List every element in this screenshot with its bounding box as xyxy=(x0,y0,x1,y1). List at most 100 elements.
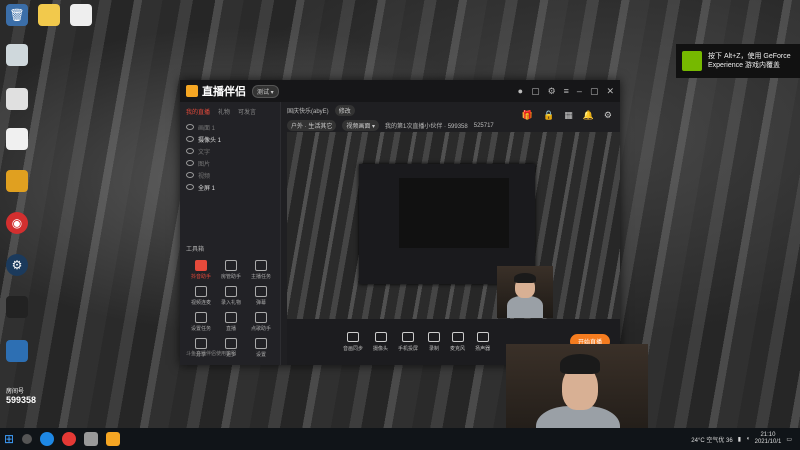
help-hint[interactable]: 斗鱼直播伴侣使用说明 xyxy=(186,350,236,357)
tool-button[interactable]: 弹幕 xyxy=(246,286,276,306)
camera-button[interactable]: 摄像头 xyxy=(373,332,388,352)
tab-speak[interactable]: 可发言 xyxy=(238,107,256,116)
speaker-button[interactable]: 扬声器 xyxy=(475,332,490,352)
eye-icon[interactable] xyxy=(186,160,194,166)
game-icon[interactable] xyxy=(6,170,28,192)
maximize-icon[interactable]: ▢ xyxy=(590,86,599,97)
source-item[interactable]: 摄像头 1 xyxy=(180,133,280,145)
sync-icon xyxy=(347,332,359,342)
tool-icon xyxy=(225,312,237,323)
source-list: 画面 1 摄像头 1 文字 图片 视频 全屏 1 xyxy=(180,121,280,193)
network-icon[interactable]: ▮ xyxy=(738,436,741,443)
main-panel: 国庆快乐(abyE) 修改 户外 · 生活其它 视频画面 ▾ 我的第1次直播小伙… xyxy=(281,102,620,365)
eye-icon[interactable] xyxy=(186,124,194,130)
category-chip[interactable]: 户外 · 生活其它 xyxy=(287,120,337,131)
source-item[interactable]: 画面 1 xyxy=(180,121,280,133)
viewers-count: 525717 xyxy=(473,122,494,129)
tool-button[interactable]: 录入礼物 xyxy=(216,286,246,306)
note-icon[interactable] xyxy=(6,44,28,66)
gear-icon[interactable]: ⚙ xyxy=(604,110,612,121)
scene-chip[interactable]: 视频画面 ▾ xyxy=(342,120,380,131)
search-icon[interactable] xyxy=(22,434,32,444)
person-hair xyxy=(560,354,600,374)
settings-icon[interactable]: ⚙ xyxy=(548,86,556,97)
tool-button[interactable]: 视频连麦 xyxy=(186,286,216,306)
phone-cast-button[interactable]: 手机投屏 xyxy=(398,332,418,352)
netease-icon[interactable]: ◉ xyxy=(6,212,28,234)
preview-camera xyxy=(497,266,553,318)
room-number: 房间号 599358 xyxy=(6,389,37,405)
record-button[interactable]: 录制 xyxy=(428,332,441,352)
explorer-icon[interactable] xyxy=(84,432,98,446)
file-icon[interactable] xyxy=(70,4,92,26)
recycle-bin-icon[interactable]: 🗑 xyxy=(6,4,28,26)
notification-icon[interactable]: ▭ xyxy=(786,436,792,443)
person-hair xyxy=(514,273,536,283)
record-icon xyxy=(428,332,441,342)
bell-icon[interactable]: 🔔 xyxy=(583,110,594,121)
left-tabs: 我的直播 礼物 可发言 xyxy=(180,102,280,121)
tab-my-live[interactable]: 我的直播 xyxy=(186,107,210,116)
tool-button[interactable]: 直播 xyxy=(216,312,246,332)
grid-icon[interactable]: ▦ xyxy=(564,110,573,121)
tool-button[interactable]: 设置任务 xyxy=(186,312,216,332)
message-icon[interactable]: ▢ xyxy=(531,86,540,97)
header-tools: 🎁 🔒 ▦ 🔔 ⚙ xyxy=(522,110,612,121)
tool-button[interactable]: 点歌助手 xyxy=(246,312,276,332)
tool-icon[interactable] xyxy=(6,340,28,362)
stream-preview[interactable] xyxy=(287,132,620,322)
mic-button[interactable]: 麦克风 xyxy=(450,332,465,352)
volume-icon[interactable]: ◖ xyxy=(746,436,750,442)
close-icon[interactable]: ✕ xyxy=(606,86,614,97)
live-companion-window: 直播伴侣 测试 ▾ ● ▢ ⚙ ≡ – ▢ ✕ 我的直播 礼物 可发言 画面 1… xyxy=(180,80,620,365)
eye-icon[interactable] xyxy=(186,136,194,142)
tool-icon xyxy=(225,260,237,271)
speaker-icon xyxy=(476,332,489,342)
browser-icon[interactable] xyxy=(40,432,54,446)
camera-icon xyxy=(374,332,387,342)
steam-icon[interactable]: ⚙ xyxy=(6,254,28,276)
stream-title: 国庆快乐(abyE) xyxy=(287,109,329,115)
av-sync-button[interactable]: 音画同步 xyxy=(343,332,363,352)
app-icon[interactable] xyxy=(6,296,28,318)
weather-text[interactable]: 24°C 空气优 36 xyxy=(691,435,732,444)
menu-icon[interactable]: ≡ xyxy=(564,86,569,97)
meta-text: 我的第1次直播小伙伴 · 599358 xyxy=(385,124,468,130)
version-badge[interactable]: 测试 ▾ xyxy=(252,84,279,98)
app-title: 直播伴侣 xyxy=(202,86,246,98)
tool-button[interactable]: 抖音助手 xyxy=(186,260,216,280)
live-app-icon[interactable] xyxy=(106,432,120,446)
nvidia-notification[interactable]: 按下 Alt+Z，使用 GeForce Experience 游戏内覆盖 xyxy=(676,44,800,78)
eye-icon[interactable] xyxy=(186,172,194,178)
tool-button[interactable]: 主播任务 xyxy=(246,260,276,280)
eye-icon[interactable] xyxy=(186,148,194,154)
tool-button[interactable]: 设置 xyxy=(246,338,276,358)
source-item[interactable]: 视频 xyxy=(180,169,280,181)
mic-icon xyxy=(451,332,464,342)
lock-icon[interactable]: 🔒 xyxy=(543,110,554,121)
toolbox-header: 工具箱 xyxy=(186,247,205,253)
gift-icon[interactable]: 🎁 xyxy=(522,110,533,121)
doc-icon[interactable] xyxy=(6,128,28,150)
tab-gifts[interactable]: 礼物 xyxy=(218,107,230,116)
edit-title-button[interactable]: 修改 xyxy=(334,105,355,116)
nested-window-inner xyxy=(399,178,509,248)
source-item[interactable]: 图片 xyxy=(180,157,280,169)
folder-icon[interactable] xyxy=(38,4,60,26)
phone-icon xyxy=(402,332,415,342)
chrome-icon[interactable] xyxy=(62,432,76,446)
nvidia-icon xyxy=(682,51,702,71)
source-item[interactable]: 文字 xyxy=(180,145,280,157)
tool-icon xyxy=(255,260,267,271)
tool-icon xyxy=(195,260,207,271)
eye-icon[interactable] xyxy=(186,184,194,190)
avatar-icon[interactable]: ● xyxy=(518,86,523,97)
source-item[interactable]: 全屏 1 xyxy=(180,181,280,193)
window-controls: ● ▢ ⚙ ≡ – ▢ ✕ xyxy=(518,86,614,97)
start-icon[interactable]: ⊞ xyxy=(0,432,18,446)
minimize-icon[interactable]: – xyxy=(577,86,582,97)
person-body xyxy=(507,296,543,318)
tool-button[interactable]: 房管助手 xyxy=(216,260,246,280)
clock[interactable]: 21:10 2021/10/1 xyxy=(755,432,782,446)
file-icon[interactable] xyxy=(6,88,28,110)
